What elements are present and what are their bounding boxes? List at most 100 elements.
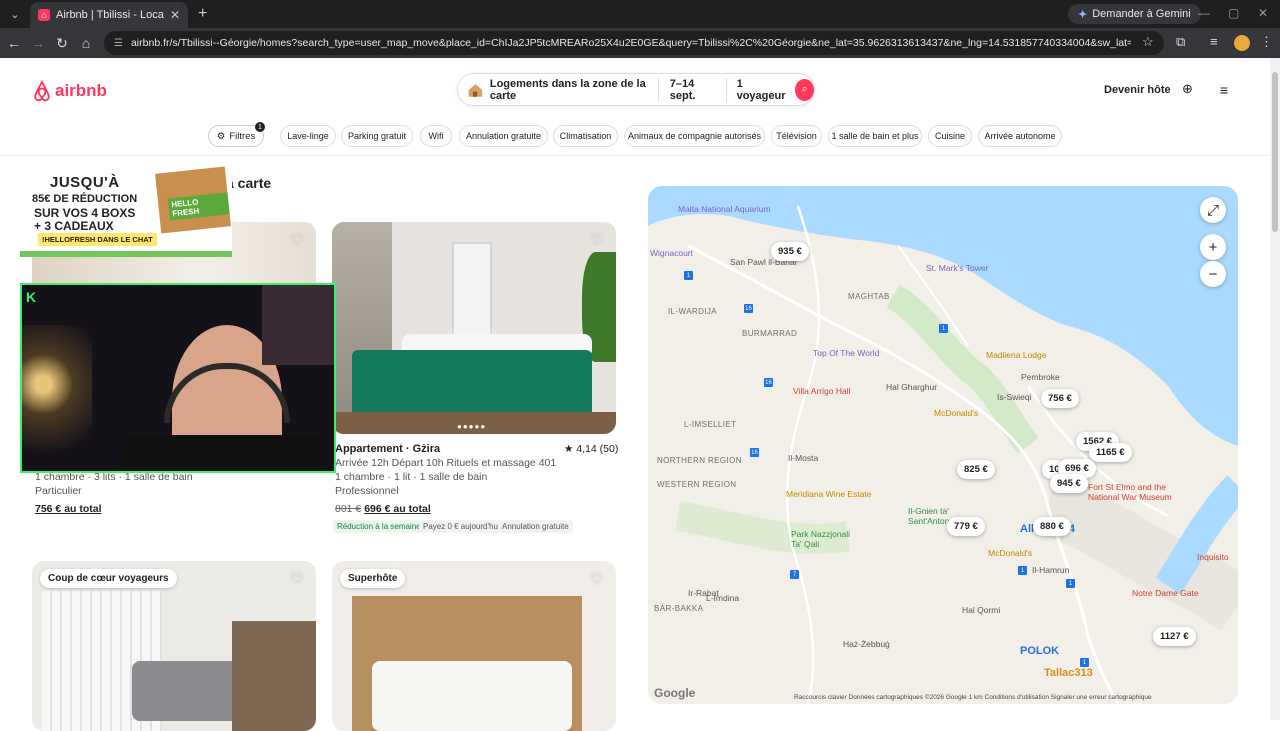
chip-pets[interactable]: Animaux de compagnie autorisés	[624, 125, 765, 147]
poi-label[interactable]: Meridiana Wine Estate	[786, 489, 872, 499]
tab-close-icon[interactable]: ✕	[170, 8, 180, 22]
map-price-pin[interactable]: 825 €	[957, 460, 995, 479]
google-logo: Google	[654, 686, 696, 700]
map-price-pin[interactable]: 945 €	[1050, 474, 1088, 493]
chip-washer[interactable]: Lave-linge	[280, 125, 336, 147]
map-attribution[interactable]: Raccourcis clavier Données cartographiqu…	[794, 694, 1152, 701]
tab-search-button[interactable]: ⌄	[2, 4, 28, 24]
chip-tv[interactable]: Télévision	[771, 125, 822, 147]
chip-free-parking[interactable]: Parking gratuit	[341, 125, 413, 147]
chip-kitchen[interactable]: Cuisine	[928, 125, 972, 147]
listing-2-old-price: 801 €	[335, 503, 362, 515]
webcam-lights	[22, 325, 92, 471]
poi-label[interactable]: St. Mark's Tower	[926, 263, 988, 273]
listing-2-rating: ★ 4,14 (50)	[564, 443, 619, 455]
listing-2-price[interactable]: 801 € 696 € au total	[335, 503, 431, 515]
poi-label[interactable]: Park Nazzjonali Ta' Qali	[791, 529, 851, 549]
listings-title: a carte	[226, 175, 272, 191]
map-overlay-username: Tallac313	[1044, 667, 1093, 679]
promo-brand: HELLO FRESH	[167, 192, 230, 221]
address-bar[interactable]: ☰ airbnb.fr/s/Tbilissi--Géorgie/homes?se…	[104, 31, 1164, 55]
search-bar[interactable]: Logements dans la zone de la carte 7–14 …	[457, 73, 815, 106]
search-area[interactable]: Logements dans la zone de la carte	[490, 77, 659, 102]
reload-icon[interactable]: ↻	[50, 35, 74, 52]
home-icon[interactable]: ⌂	[74, 35, 98, 51]
bookmark-star-icon[interactable]: ☆	[1142, 34, 1154, 50]
wishlist-heart-icon[interactable]: ♡	[290, 231, 303, 249]
poi-label[interactable]: Inquisito	[1197, 552, 1229, 562]
chrome-menu-icon[interactable]: ⋮	[1260, 34, 1273, 50]
airbnb-favicon-icon: ⌂	[38, 9, 50, 21]
filters-count-badge: 1	[255, 122, 265, 132]
chip-self-checkin[interactable]: Arrivée autonome	[978, 125, 1062, 147]
profile-avatar[interactable]	[1234, 35, 1250, 51]
tag-free-cancellation: Annulation gratuite	[498, 520, 573, 533]
menu-icon[interactable]: ≡	[1209, 79, 1239, 101]
place-label: Ir-Rabat	[688, 588, 719, 598]
chip-wifi[interactable]: Wifi	[420, 125, 452, 147]
search-dates[interactable]: 7–14 sept.	[659, 77, 727, 102]
zoom-out-button[interactable]: −	[1200, 261, 1226, 287]
map-price-pin[interactable]: 880 €	[1033, 517, 1071, 536]
gemini-label: Demander à Gemini	[1092, 8, 1191, 20]
extensions-icon[interactable]: ⧉	[1176, 34, 1185, 50]
wishlist-heart-icon[interactable]: ♡	[590, 231, 603, 249]
browser-tab-airbnb[interactable]: ⌂ Airbnb | Tbilissi - Locations de v ✕	[30, 2, 188, 28]
chip-ac[interactable]: Climatisation	[553, 125, 618, 147]
chip-bathroom[interactable]: 1 salle de bain et plus	[828, 125, 922, 147]
wishlist-heart-icon[interactable]: ♡	[290, 570, 303, 588]
expand-map-icon[interactable]: ⤢	[1200, 197, 1226, 223]
map-view[interactable]: ⤢ + − Malta National Aquarium San Pawl i…	[648, 186, 1238, 704]
minimize-button[interactable]: —	[1198, 6, 1210, 20]
airbnb-header: airbnb Logements dans la zone de la cart…	[0, 58, 1270, 120]
streamer-webcam-overlay: K	[20, 283, 336, 473]
poi-label[interactable]: McDonald's	[934, 408, 978, 418]
page-scrollbar[interactable]	[1270, 58, 1280, 720]
poi-label[interactable]: Madliena Lodge	[986, 350, 1047, 360]
map-price-pin[interactable]: 1165 €	[1089, 443, 1132, 462]
webcam-shirt	[122, 435, 322, 471]
zoom-in-button[interactable]: +	[1200, 234, 1226, 260]
map-price-pin[interactable]: 1127 €	[1153, 627, 1196, 646]
reading-list-icon[interactable]: ≡	[1210, 34, 1218, 49]
map-overlay-username: POLOK	[1020, 645, 1060, 657]
listing-1-price[interactable]: 756 € au total	[35, 503, 102, 515]
wishlist-heart-icon[interactable]: ♡	[590, 570, 603, 588]
road-marker: 1	[1066, 579, 1075, 588]
map-price-pin[interactable]: 935 €	[771, 242, 809, 261]
poi-label[interactable]: Notre Dame Gate	[1132, 588, 1199, 598]
poi-label[interactable]: Villa Arrigo Hall	[793, 386, 850, 396]
airbnb-logo[interactable]: airbnb	[32, 80, 107, 102]
kick-logo-icon: K	[26, 289, 37, 305]
site-info-icon[interactable]: ☰	[114, 38, 123, 49]
back-icon[interactable]: ←	[2, 35, 26, 51]
poi-label[interactable]: Wignacourt	[650, 248, 693, 258]
chip-free-cancellation[interactable]: Annulation gratuite	[459, 125, 548, 147]
promo-line-5: !HELLOFRESH DANS LE CHAT	[38, 233, 157, 246]
place-label: Pembroke	[1021, 372, 1060, 382]
poi-label[interactable]: Malta National Aquarium	[678, 204, 771, 214]
forward-icon[interactable]: →	[26, 35, 50, 51]
maximize-button[interactable]: ▢	[1228, 6, 1239, 20]
tab-title: Airbnb | Tbilissi - Locations de v	[56, 9, 164, 21]
new-tab-button[interactable]: +	[198, 5, 207, 23]
poi-label[interactable]: Fort St Elmo and the National War Museum	[1088, 482, 1184, 502]
search-guests[interactable]: 1 voyageur	[727, 78, 796, 102]
close-window-button[interactable]: ✕	[1258, 6, 1268, 20]
filters-label: Filtres	[229, 130, 256, 142]
region-label: NORTHERN REGION	[657, 456, 742, 465]
become-host-link[interactable]: Devenir hôte	[1104, 84, 1171, 96]
search-icon[interactable]: ⌕	[795, 78, 814, 101]
scrollbar-thumb[interactable]	[1272, 72, 1278, 232]
map-price-pin[interactable]: 756 €	[1041, 389, 1079, 408]
poi-label[interactable]: Top Of The World	[813, 348, 879, 358]
ask-gemini-button[interactable]: ✦ Demander à Gemini	[1068, 4, 1201, 24]
road-marker: 7	[790, 570, 799, 579]
globe-icon[interactable]: ⊕	[1182, 81, 1193, 97]
map-price-pin[interactable]: 779 €	[947, 517, 985, 536]
logo-text: airbnb	[55, 81, 107, 100]
carousel-dots[interactable]: ●●●●●	[457, 422, 486, 431]
listing-image-2[interactable]	[332, 222, 616, 434]
tag-weekly-discount: Réduction à la semaine	[333, 520, 425, 533]
poi-label[interactable]: McDonald's	[988, 548, 1032, 558]
